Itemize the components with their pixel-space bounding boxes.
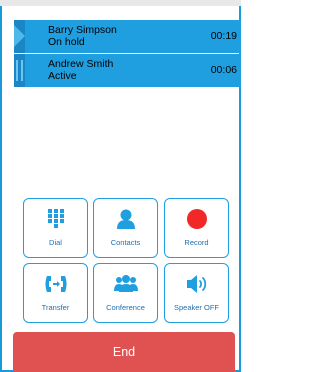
- speaker-icon: [185, 272, 209, 296]
- transfer-icon: [44, 272, 68, 296]
- caller-name: Andrew Smith: [48, 58, 114, 70]
- transfer-label: Transfer: [41, 303, 70, 312]
- call-row-2[interactable]: Andrew Smith Active 00:06: [14, 54, 241, 87]
- dialpad-icon: [44, 207, 68, 231]
- person-icon: [114, 207, 138, 231]
- call-timer: 00:06: [210, 64, 237, 76]
- conference-button[interactable]: Conference: [93, 263, 158, 323]
- group-icon: [113, 272, 138, 296]
- contacts-button[interactable]: Contacts: [93, 198, 158, 258]
- dial-label: Dial: [49, 238, 62, 247]
- play-icon: [14, 25, 25, 47]
- pause-icon: [16, 60, 23, 81]
- call-status: On hold: [48, 36, 85, 48]
- caller-name: Barry Simpson: [48, 24, 117, 36]
- record-label: Record: [184, 238, 209, 247]
- top-strip: [0, 0, 241, 6]
- conference-label: Conference: [106, 303, 145, 312]
- call-timer: 00:19: [210, 30, 237, 42]
- speaker-label: Speaker OFF: [173, 303, 219, 312]
- dial-button[interactable]: Dial: [23, 198, 88, 258]
- end-call-button[interactable]: End: [13, 332, 235, 372]
- call-row-1[interactable]: Barry Simpson On hold 00:19: [14, 20, 241, 53]
- record-button[interactable]: Record: [164, 198, 229, 258]
- call-status: Active: [48, 70, 77, 82]
- transfer-button[interactable]: Transfer: [23, 263, 88, 323]
- contacts-label: Contacts: [110, 238, 141, 247]
- speaker-button[interactable]: Speaker OFF: [164, 263, 229, 323]
- record-dot-icon: [185, 207, 209, 231]
